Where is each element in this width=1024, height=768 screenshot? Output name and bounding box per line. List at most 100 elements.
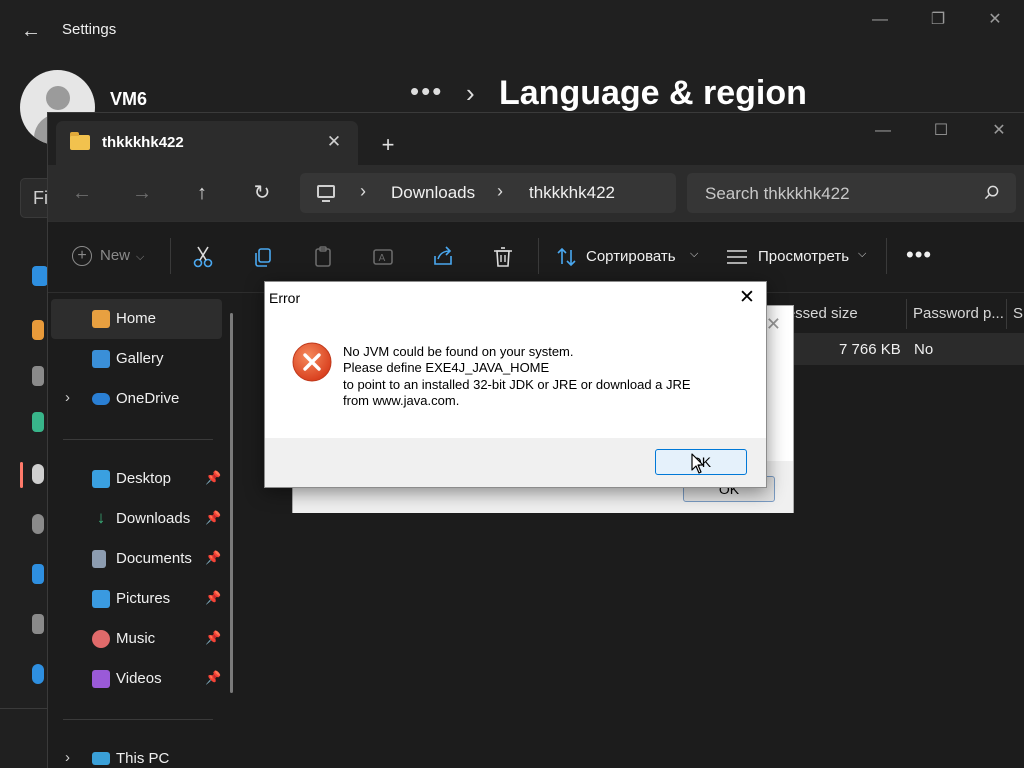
tab-close-icon[interactable]: ✕ (322, 130, 346, 154)
windows-update-icon[interactable] (32, 664, 44, 684)
column-header-size[interactable]: Si (1007, 299, 1024, 329)
sort-button[interactable]: Сортировать ⌵ (556, 244, 706, 272)
new-button[interactable]: + New ⌵ (72, 246, 144, 266)
address-bar[interactable]: › Downloads › thkkkhk422 (300, 173, 676, 213)
active-indicator (20, 462, 23, 488)
nav-item-label: Music (116, 630, 156, 647)
back-arrow-icon[interactable]: ← (66, 177, 98, 209)
refresh-icon[interactable]: ↻ (246, 177, 278, 209)
new-tab-plus-icon[interactable]: + (375, 132, 401, 158)
sort-arrows-icon (557, 247, 576, 267)
divider (886, 238, 887, 274)
page-title: Language & region (499, 74, 807, 112)
delete-trash-icon[interactable] (490, 244, 516, 270)
nav-item-downloads[interactable]: ↓ Downloads 📌 (51, 499, 222, 539)
tab-folder[interactable]: thkkkhk422 ✕ (56, 121, 358, 165)
nav-item-gallery[interactable]: Gallery (51, 339, 222, 379)
gaming-icon[interactable] (32, 514, 44, 534)
chevron-down-icon: ⌵ (690, 248, 699, 260)
share-icon[interactable] (430, 244, 456, 270)
document-icon (92, 550, 106, 568)
nav-item-home[interactable]: Home (51, 299, 222, 339)
breadcrumb-more-icon[interactable]: ••• (410, 76, 443, 107)
search-icon[interactable] (984, 185, 999, 200)
view-button[interactable]: Просмотреть ⌵ (726, 244, 876, 272)
nav-item-pictures[interactable]: Pictures 📌 (51, 579, 222, 619)
nav-scrollbar[interactable] (230, 313, 233, 693)
chevron-right-icon[interactable]: › (65, 389, 70, 406)
breadcrumb-downloads[interactable]: Downloads (391, 183, 475, 203)
videos-icon (92, 670, 110, 688)
cell-compressed-size: 7 766 KB (839, 341, 901, 358)
nav-item-documents[interactable]: Documents 📌 (51, 539, 222, 579)
nav-item-this-pc[interactable]: › This PC (51, 739, 222, 768)
more-options-icon[interactable]: ••• (906, 242, 932, 268)
nav-item-label: Gallery (116, 350, 164, 367)
personalization-icon[interactable] (32, 320, 44, 340)
nav-item-label: Desktop (116, 470, 172, 487)
tab-title: thkkkhk422 (102, 134, 184, 151)
home-icon (92, 310, 110, 328)
minimize-icon[interactable]: — (869, 119, 897, 143)
nav-item-onedrive[interactable]: › OneDrive (51, 379, 222, 419)
privacy-shield-icon[interactable] (32, 614, 44, 634)
dialog-body: No JVM could be found on your system. Pl… (265, 314, 766, 438)
nav-item-label: Home (116, 310, 157, 327)
accessibility-icon[interactable] (32, 564, 44, 584)
pin-icon[interactable]: 📌 (205, 550, 221, 566)
settings-title: Settings (62, 21, 117, 38)
new-label: New (100, 246, 131, 264)
up-arrow-icon[interactable]: ↑ (186, 177, 218, 209)
nav-item-music[interactable]: Music 📌 (51, 619, 222, 659)
this-pc-icon[interactable] (317, 185, 335, 202)
accounts-icon[interactable] (32, 412, 44, 432)
pin-icon[interactable]: 📌 (205, 670, 221, 686)
user-name: VM6 (110, 89, 148, 109)
gallery-icon (92, 350, 110, 368)
cut-icon[interactable] (190, 244, 216, 270)
close-icon[interactable]: ✕ (735, 286, 759, 310)
pin-icon[interactable]: 📌 (205, 470, 221, 486)
forward-arrow-icon[interactable]: → (126, 177, 158, 209)
message-line: from www.java.com. (343, 393, 460, 409)
minimize-icon[interactable]: — (866, 8, 894, 32)
rename-icon[interactable]: A (370, 244, 396, 270)
close-icon[interactable]: ✕ (981, 8, 1009, 32)
column-header-password[interactable]: Password p... (907, 299, 1007, 329)
divider (63, 719, 213, 720)
nav-item-videos[interactable]: Videos 📌 (51, 659, 222, 699)
chevron-right-icon[interactable]: › (497, 181, 503, 202)
chevron-right-icon[interactable]: › (360, 181, 366, 202)
close-icon[interactable]: ✕ (985, 119, 1013, 143)
nav-item-label: Downloads (116, 510, 191, 527)
back-arrow-icon[interactable]: ← (18, 18, 44, 44)
this-pc-icon (92, 752, 110, 765)
divider (63, 439, 213, 440)
onedrive-cloud-icon (92, 393, 110, 405)
maximize-icon[interactable]: ☐ (927, 119, 955, 143)
close-icon[interactable]: ✕ (766, 314, 781, 335)
pictures-icon (92, 590, 110, 608)
folder-icon (70, 132, 90, 150)
network-icon[interactable] (32, 266, 48, 286)
time-language-icon[interactable] (32, 464, 44, 484)
search-input[interactable]: Search thkkkhk422 (687, 173, 1016, 213)
pin-icon[interactable]: 📌 (205, 590, 221, 606)
svg-text:A: A (379, 253, 386, 264)
address-bar-row: ← → ↑ ↻ › Downloads › thkkkhk422 Search … (48, 165, 1024, 221)
restore-icon[interactable]: ❐ (924, 8, 952, 32)
chevron-right-icon[interactable]: › (65, 749, 70, 766)
pin-icon[interactable]: 📌 (205, 630, 221, 646)
mouse-cursor-icon (691, 453, 704, 474)
divider (170, 238, 171, 274)
breadcrumb-folder[interactable]: thkkkhk422 (529, 183, 615, 203)
apps-icon[interactable] (32, 366, 44, 386)
divider (0, 708, 48, 709)
nav-item-label: Videos (116, 670, 162, 687)
nav-item-desktop[interactable]: Desktop 📌 (51, 459, 222, 499)
navigation-pane: Home Gallery › OneDrive Desktop 📌 ↓ Down… (48, 293, 245, 768)
view-list-icon (727, 250, 747, 264)
pin-icon[interactable]: 📌 (205, 510, 221, 526)
paste-icon[interactable] (310, 244, 336, 270)
copy-icon[interactable] (250, 244, 276, 270)
